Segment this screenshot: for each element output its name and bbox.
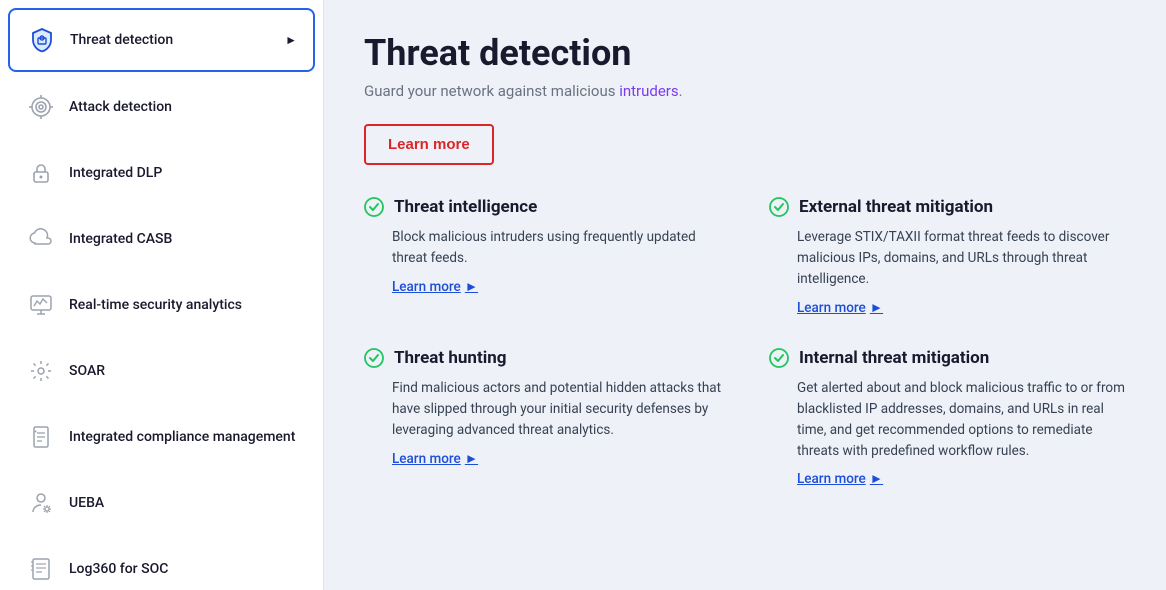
arrow-icon: ► — [870, 471, 883, 487]
feature-title: Threat intelligence — [394, 197, 537, 217]
feature-title: External threat mitigation — [799, 197, 993, 217]
feature-learn-more-link[interactable]: Learn more ► — [769, 300, 1126, 316]
user-gear-icon — [25, 487, 57, 519]
check-circle-icon — [364, 348, 384, 368]
feature-title: Internal threat mitigation — [799, 348, 989, 368]
feature-card-external-threat: External threat mitigation Leverage STIX… — [769, 197, 1126, 316]
sidebar-item-label: Log360 for SOC — [69, 561, 298, 577]
sidebar-item-label: Integrated compliance management — [69, 429, 298, 445]
sidebar-item-integrated-dlp[interactable]: Integrated DLP — [8, 142, 315, 204]
sidebar-item-label: Integrated CASB — [69, 231, 298, 247]
chevron-right-icon: ► — [285, 33, 297, 47]
sidebar-item-ueba[interactable]: UEBA — [8, 472, 315, 534]
feature-title-row: External threat mitigation — [769, 197, 1126, 217]
lock-icon — [25, 157, 57, 189]
sidebar-item-label: Integrated DLP — [69, 165, 298, 181]
sidebar-item-log360-soc[interactable]: Log360 for SOC — [8, 538, 315, 590]
sidebar-item-attack-detection[interactable]: Attack detection — [8, 76, 315, 138]
feature-description: Get alerted about and block malicious tr… — [769, 378, 1126, 462]
sidebar-item-threat-detection[interactable]: Threat detection ► — [8, 8, 315, 72]
shield-icon — [26, 24, 58, 56]
feature-description: Find malicious actors and potential hidd… — [364, 378, 721, 441]
feature-title-row: Threat intelligence — [364, 197, 721, 217]
doc-icon — [25, 421, 57, 453]
sidebar: Threat detection ► Attack detection — [0, 0, 324, 590]
feature-description: Leverage STIX/TAXII format threat feeds … — [769, 227, 1126, 290]
feature-card-threat-hunting: Threat hunting Find malicious actors and… — [364, 348, 721, 488]
feature-learn-more-link[interactable]: Learn more ► — [769, 471, 1126, 487]
main-content: Threat detection Guard your network agai… — [324, 0, 1166, 590]
sidebar-item-integrated-casb[interactable]: Integrated CASB — [8, 208, 315, 270]
check-circle-icon — [364, 197, 384, 217]
feature-learn-more-link[interactable]: Learn more ► — [364, 451, 721, 467]
subtitle-highlight: intruders — [619, 82, 678, 100]
page-subtitle: Guard your network against malicious int… — [364, 82, 1126, 100]
feature-title-row: Internal threat mitigation — [769, 348, 1126, 368]
feature-title: Threat hunting — [394, 348, 506, 368]
arrow-icon: ► — [465, 279, 478, 295]
arrow-icon: ► — [465, 451, 478, 467]
arrow-icon: ► — [870, 300, 883, 316]
target-icon — [25, 91, 57, 123]
sidebar-item-label: SOAR — [69, 363, 298, 379]
sidebar-item-real-time-security[interactable]: Real-time security analytics — [8, 274, 315, 336]
learn-more-button[interactable]: Learn more — [364, 124, 494, 165]
feature-card-internal-threat: Internal threat mitigation Get alerted a… — [769, 348, 1126, 488]
feature-title-row: Threat hunting — [364, 348, 721, 368]
cloud-lock-icon — [25, 223, 57, 255]
list-doc-icon — [25, 553, 57, 585]
check-circle-icon — [769, 197, 789, 217]
sidebar-item-label: Threat detection — [70, 32, 273, 48]
sidebar-item-label: Attack detection — [69, 99, 298, 115]
feature-learn-more-link[interactable]: Learn more ► — [364, 279, 721, 295]
sidebar-item-soar[interactable]: SOAR — [8, 340, 315, 402]
sidebar-item-compliance[interactable]: Integrated compliance management — [8, 406, 315, 468]
page-title: Threat detection — [364, 32, 1126, 74]
sidebar-item-label: UEBA — [69, 495, 298, 511]
monitor-icon — [25, 289, 57, 321]
feature-description: Block malicious intruders using frequent… — [364, 227, 721, 269]
check-circle-icon — [769, 348, 789, 368]
feature-card-threat-intelligence: Threat intelligence Block malicious intr… — [364, 197, 721, 316]
features-grid: Threat intelligence Block malicious intr… — [364, 197, 1126, 487]
sidebar-item-label: Real-time security analytics — [69, 297, 298, 313]
gear-icon — [25, 355, 57, 387]
